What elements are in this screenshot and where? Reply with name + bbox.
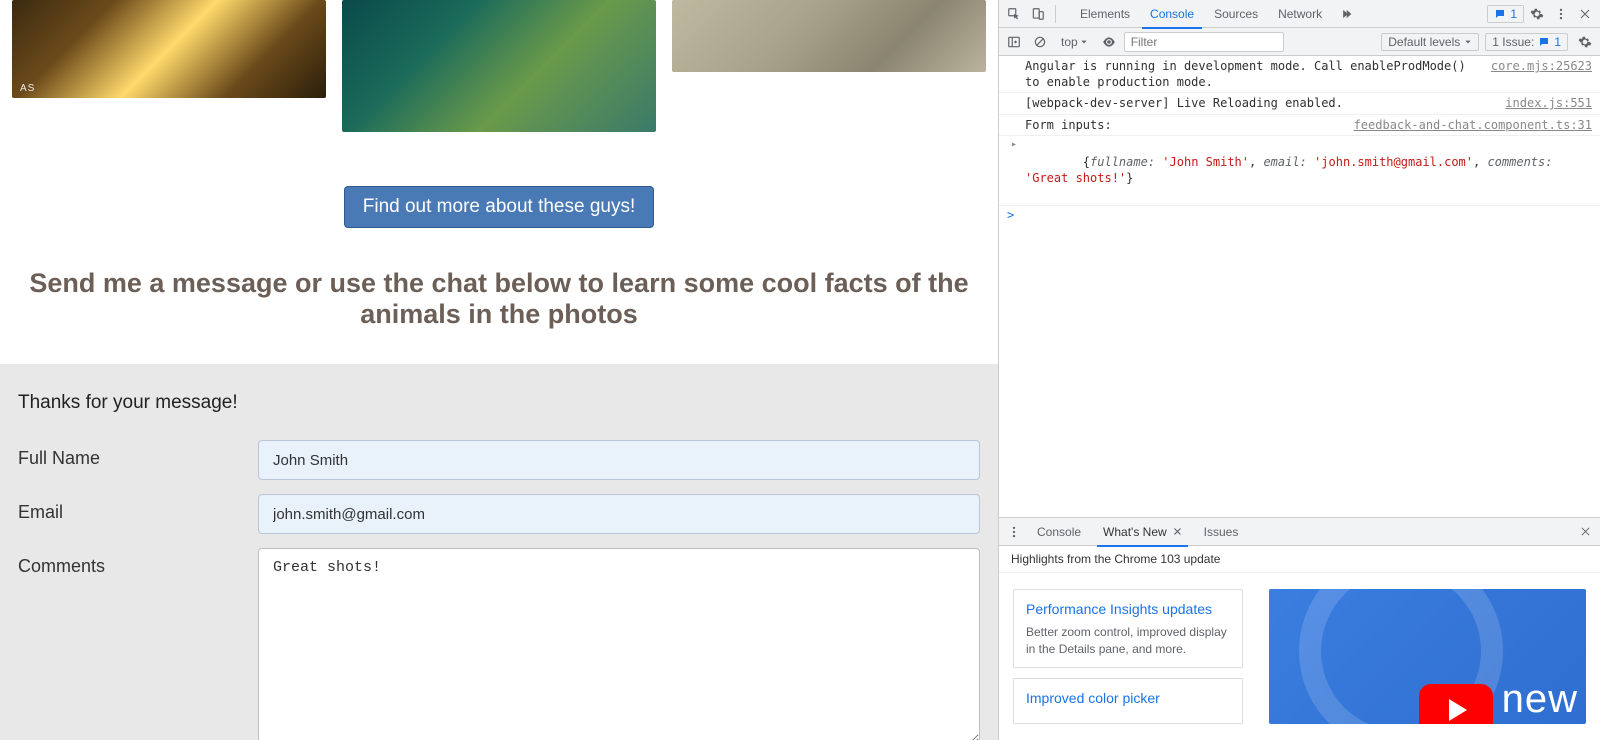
console-toolbar: top Default levels 1 Issue: 1	[999, 28, 1600, 56]
whats-new-video[interactable]: new	[1269, 589, 1586, 724]
issues-badge-count: 1	[1510, 7, 1517, 21]
console-row: Angular is running in development mode. …	[999, 56, 1600, 93]
drawer-kebab-icon[interactable]	[1003, 521, 1025, 543]
devtools-drawer: Console What's New Issues Highlights fro…	[999, 517, 1600, 740]
execution-context-select[interactable]: top	[1055, 35, 1094, 49]
live-expression-icon[interactable]	[1098, 31, 1120, 53]
console-source-link[interactable]: core.mjs:25623	[1481, 58, 1592, 90]
close-devtools-icon[interactable]	[1574, 3, 1596, 25]
execution-context-label: top	[1061, 35, 1078, 49]
settings-icon[interactable]	[1526, 3, 1548, 25]
comments-textarea[interactable]: Great shots!	[258, 548, 980, 740]
console-message: Form inputs:	[1025, 117, 1344, 133]
play-icon	[1419, 684, 1493, 724]
section-subheading: Send me a message or use the chat below …	[20, 268, 978, 330]
whats-new-card[interactable]: Improved color picker	[1013, 678, 1243, 724]
close-tab-icon[interactable]	[1173, 527, 1182, 536]
close-drawer-icon[interactable]	[1574, 521, 1596, 543]
console-prompt[interactable]: >	[999, 206, 1600, 224]
console-source-link[interactable]: index.js:551	[1495, 95, 1592, 111]
tab-elements[interactable]: Elements	[1070, 0, 1140, 28]
console-output: Angular is running in development mode. …	[999, 56, 1600, 224]
console-settings-icon[interactable]	[1574, 31, 1596, 53]
drawer-subtitle: Highlights from the Chrome 103 update	[999, 546, 1600, 573]
console-message: [webpack-dev-server] Live Reloading enab…	[1025, 95, 1495, 111]
console-row: Form inputs: feedback-and-chat.component…	[999, 115, 1600, 136]
drawer-tab-issues[interactable]: Issues	[1194, 518, 1249, 546]
tab-network[interactable]: Network	[1268, 0, 1332, 28]
promo-text: new	[1502, 677, 1578, 722]
console-row: [webpack-dev-server] Live Reloading enab…	[999, 93, 1600, 114]
drawer-tab-label: What's New	[1103, 525, 1167, 539]
console-message: Angular is running in development mode. …	[1025, 58, 1481, 90]
issues-chip-count: 1	[1554, 35, 1561, 49]
console-object: {fullname: 'John Smith', email: 'john.sm…	[1025, 138, 1592, 203]
log-levels-label: Default levels	[1388, 35, 1460, 49]
divider	[1055, 5, 1056, 23]
tab-more-icon[interactable]	[1332, 0, 1366, 28]
card-title: Performance Insights updates	[1026, 600, 1230, 618]
photo-watermark: AS	[20, 83, 35, 94]
thanks-heading: Thanks for your message!	[18, 392, 980, 414]
photo-1: AS	[12, 0, 326, 98]
learn-more-button[interactable]: Find out more about these guys!	[344, 186, 655, 228]
issues-badge[interactable]: 1	[1487, 5, 1524, 23]
email-label: Email	[18, 494, 258, 523]
drawer-tab-whats-new[interactable]: What's New	[1093, 518, 1192, 546]
fullname-label: Full Name	[18, 440, 258, 469]
inspect-element-icon[interactable]	[1003, 3, 1025, 25]
card-description: Better zoom control, improved display in…	[1026, 624, 1230, 656]
issues-chip-label: 1 Issue:	[1492, 35, 1534, 49]
whats-new-content: Performance Insights updates Better zoom…	[999, 573, 1600, 740]
issues-chip[interactable]: 1 Issue: 1	[1485, 33, 1568, 51]
console-row-object[interactable]: {fullname: 'John Smith', email: 'john.sm…	[999, 136, 1600, 206]
drawer-tab-console[interactable]: Console	[1027, 518, 1091, 546]
fullname-input[interactable]	[258, 440, 980, 480]
devtools-panel: Elements Console Sources Network 1	[998, 0, 1600, 740]
console-source-link[interactable]: feedback-and-chat.component.ts:31	[1344, 117, 1592, 133]
email-input[interactable]	[258, 494, 980, 534]
drawer-tabs: Console What's New Issues	[999, 518, 1600, 546]
device-toggle-icon[interactable]	[1027, 3, 1049, 25]
kebab-menu-icon[interactable]	[1550, 3, 1572, 25]
comments-label: Comments	[18, 548, 258, 577]
devtools-top-bar: Elements Console Sources Network 1	[999, 0, 1600, 28]
log-levels-select[interactable]: Default levels	[1381, 33, 1479, 51]
whats-new-card[interactable]: Performance Insights updates Better zoom…	[1013, 589, 1243, 668]
tab-sources[interactable]: Sources	[1204, 0, 1268, 28]
photo-3	[672, 0, 986, 72]
devtools-main-tabs: Elements Console Sources Network	[1070, 0, 1366, 28]
photo-2	[342, 0, 656, 132]
photo-row: AS	[0, 0, 998, 132]
console-filter-input[interactable]	[1124, 32, 1284, 52]
feedback-form: Thanks for your message! Full Name Email…	[0, 364, 998, 740]
console-sidebar-toggle-icon[interactable]	[1003, 31, 1025, 53]
card-title: Improved color picker	[1026, 689, 1230, 707]
tab-console[interactable]: Console	[1140, 0, 1204, 28]
app-page: AS Find out more about these guys! Send …	[0, 0, 998, 740]
clear-console-icon[interactable]	[1029, 31, 1051, 53]
